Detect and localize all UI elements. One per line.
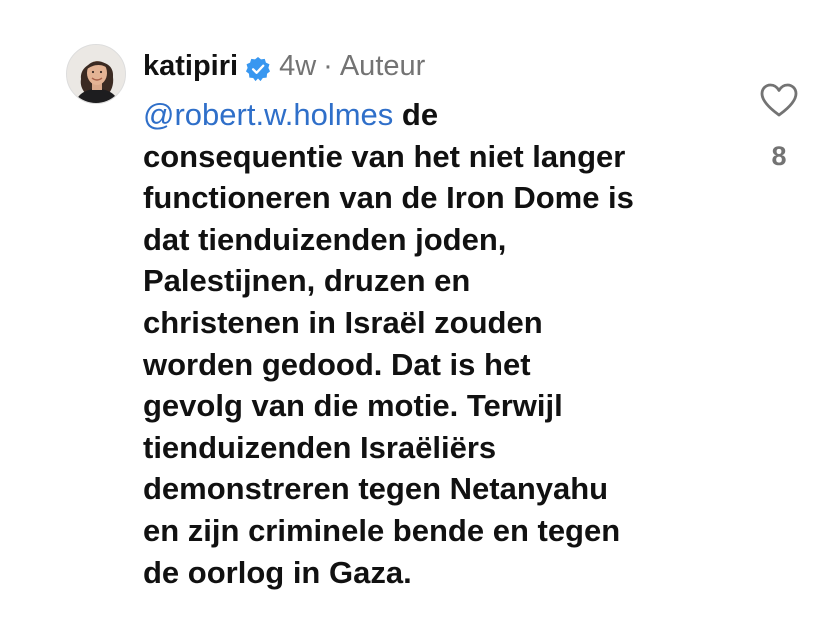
verified-badge-icon bbox=[245, 53, 271, 82]
comment-meta: 4w · Auteur bbox=[279, 46, 425, 86]
avatar-photo bbox=[67, 45, 125, 103]
comment-line: dat tienduizenden joden, bbox=[143, 221, 507, 257]
comment-line: Palestijnen, druzen en bbox=[143, 263, 471, 299]
like-button[interactable] bbox=[759, 82, 799, 118]
comment-line: de oorlog in Gaza. bbox=[143, 554, 412, 590]
avatar[interactable] bbox=[66, 44, 126, 104]
comment-body: @robert.w.holmes de consequentie van het… bbox=[143, 94, 743, 593]
heart-outline-icon bbox=[760, 83, 798, 117]
comment-text: de bbox=[393, 97, 439, 132]
comment-line: worden gedood. Dat is het bbox=[143, 346, 531, 382]
comment-line: tienduizenden Israëliërs bbox=[143, 429, 497, 465]
comment-line: en zijn criminele bende en tegen bbox=[143, 512, 621, 548]
comment-line: consequentie van het niet langer bbox=[143, 138, 626, 174]
comment-line: functioneren van de Iron Dome is bbox=[143, 180, 634, 216]
comment: katipiri 4w · Auteur @robert.w.holmes de c… bbox=[0, 0, 823, 625]
comment-line: gevolg van die motie. Terwijl bbox=[143, 388, 563, 424]
comment-line-1: @robert.w.holmes de bbox=[143, 94, 743, 136]
time-ago: 4w bbox=[279, 50, 317, 82]
meta-separator: · bbox=[323, 50, 333, 82]
role-label: Auteur bbox=[339, 50, 426, 82]
username[interactable]: katipiri bbox=[143, 46, 238, 86]
comment-header: katipiri 4w · Auteur bbox=[143, 46, 425, 86]
comment-line: demonstreren tegen Netanyahu bbox=[143, 471, 609, 507]
like-count[interactable]: 8 bbox=[760, 138, 798, 174]
mention-link[interactable]: @robert.w.holmes bbox=[143, 97, 393, 132]
comment-line: christenen in Israël zouden bbox=[143, 304, 543, 340]
